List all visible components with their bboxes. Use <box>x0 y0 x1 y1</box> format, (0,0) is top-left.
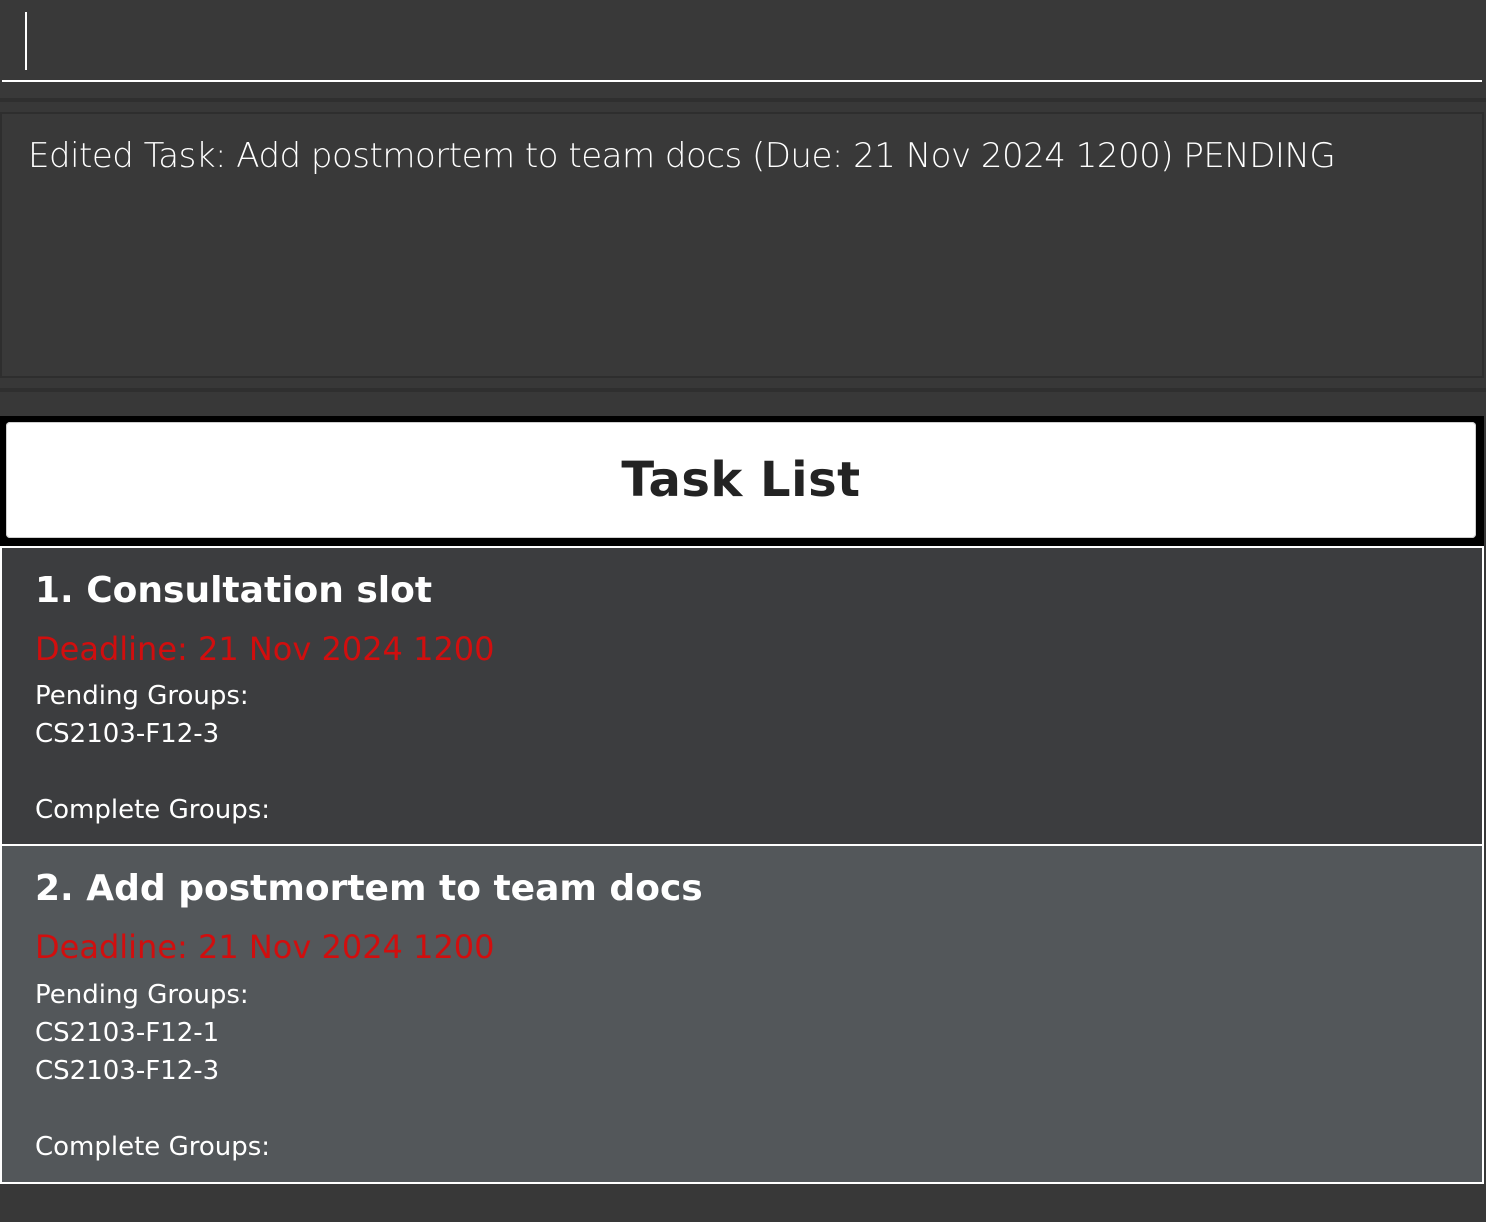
task-deadline: Deadline: 21 Nov 2024 1200 <box>35 630 495 668</box>
result-display[interactable]: Edited Task: Add postmortem to team docs… <box>0 112 1484 378</box>
task-card[interactable]: 1. Consultation slot Deadline: 21 Nov 20… <box>0 546 1484 846</box>
command-input[interactable] <box>2 0 1482 82</box>
task-list-header: Task List <box>6 422 1476 538</box>
result-message: Edited Task: Add postmortem to team docs… <box>28 136 1336 176</box>
pending-groups-label: Pending Groups: <box>35 681 249 711</box>
text-caret <box>25 12 27 70</box>
pending-groups-label: Pending Groups: <box>35 980 249 1010</box>
task-list[interactable]: Task List 1. Consultation slot Deadline:… <box>0 416 1484 1184</box>
pending-group-item: CS2103-F12-1 <box>35 1018 220 1048</box>
pending-group-item: CS2103-F12-3 <box>35 719 220 749</box>
task-list-panel: Task List 1. Consultation slot Deadline:… <box>0 416 1486 1222</box>
complete-groups-label: Complete Groups: <box>35 1132 271 1162</box>
pending-group-item: CS2103-F12-3 <box>35 1056 220 1086</box>
divider <box>0 98 1486 102</box>
task-deadline: Deadline: 21 Nov 2024 1200 <box>35 928 495 966</box>
divider <box>0 388 1486 392</box>
command-box-area <box>0 0 1486 98</box>
task-list-title: Task List <box>621 452 861 508</box>
task-title: 2. Add postmortem to team docs <box>35 868 703 909</box>
task-title: 1. Consultation slot <box>35 570 433 611</box>
task-card[interactable]: 2. Add postmortem to team docs Deadline:… <box>0 844 1484 1184</box>
complete-groups-label: Complete Groups: <box>35 795 271 825</box>
